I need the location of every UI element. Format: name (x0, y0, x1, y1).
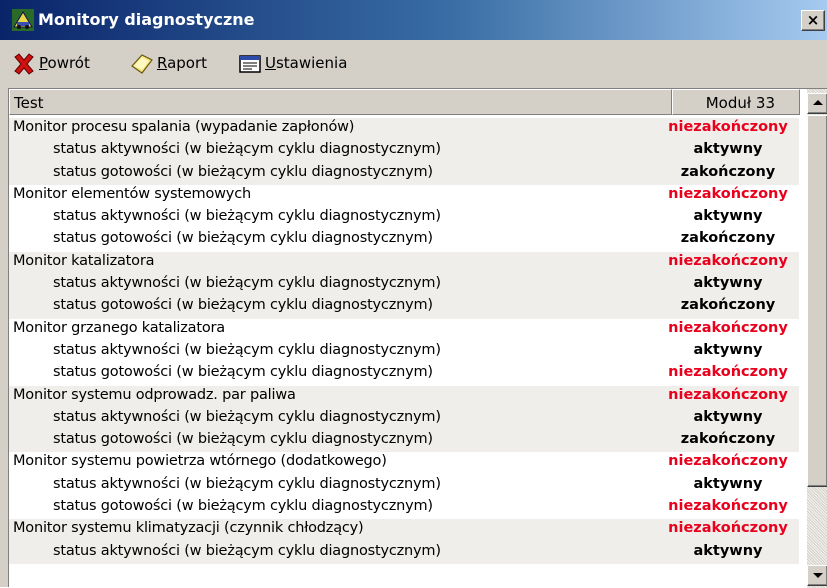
table-row[interactable]: status gotowości (w bieżącym cyklu diagn… (9, 363, 799, 386)
monitors-list[interactable]: Test Moduł 33 Monitor procesu spalania (… (8, 88, 827, 588)
status-value: niezakończony (668, 453, 788, 470)
status-name: status gotowości (w bieżącym cyklu diagn… (53, 297, 433, 314)
monitor-name: Monitor katalizatora (13, 252, 155, 269)
status-value: niezakończony (668, 520, 788, 537)
table-row[interactable]: status gotowości (w bieżącym cyklu diagn… (9, 229, 799, 252)
table-row[interactable]: Monitor elementów systemowych niezakończo… (9, 184, 799, 208)
scroll-up-button[interactable] (807, 93, 827, 114)
settings-button[interactable]: Ustawienia (238, 50, 368, 78)
toolbar: Powrót Raport Ustawienia (0, 40, 827, 90)
close-button[interactable]: × (801, 10, 825, 31)
app-car-icon (12, 9, 34, 31)
status-value: aktywny (693, 208, 763, 225)
report-button[interactable]: Raport (130, 50, 240, 78)
settings-label: stawienia (275, 54, 348, 72)
table-rows: Monitor procesu spalania (wypadanie zapł… (9, 118, 799, 588)
status-value: aktywny (693, 542, 763, 559)
title-bar: Monitory diagnostyczne × (0, 0, 827, 40)
monitor-name: Monitor systemu odprowadz. par paliwa (13, 386, 296, 403)
status-name: status aktywności (w bieżącym cyklu diag… (53, 542, 441, 559)
status-name: status aktywności (w bieżącym cyklu diag… (53, 475, 441, 492)
status-value: aktywny (693, 341, 763, 358)
status-value: niezakończony (668, 386, 788, 403)
status-value: niezakończony (668, 185, 788, 202)
red-x-icon (14, 53, 34, 75)
status-name: status gotowości (w bieżącym cyklu diagn… (53, 230, 433, 247)
table-row[interactable]: status aktywności (w bieżącym cyklu diag… (9, 274, 799, 297)
table-row[interactable]: Monitor procesu spalania (wypadanie zapł… (9, 118, 799, 141)
monitor-name: Monitor grzanego katalizatora (13, 319, 225, 336)
scroll-thumb[interactable] (807, 115, 827, 487)
column-header-module[interactable]: Moduł 33 (672, 89, 800, 115)
table-row[interactable]: status gotowości (w bieżącym cyklu diagn… (9, 162, 799, 185)
status-value: aktywny (693, 275, 763, 292)
table-row[interactable]: status aktywności (w bieżącym cyklu diag… (9, 207, 799, 230)
scroll-down-button[interactable] (807, 565, 827, 586)
table-row[interactable]: Monitor katalizatora niezakończony (9, 251, 799, 275)
table-row[interactable]: status aktywności (w bieżącym cyklu diag… (9, 407, 799, 431)
back-accel: P (39, 54, 48, 72)
table-row[interactable]: status aktywności (w bieżącym cyklu diag… (9, 474, 799, 498)
status-name: status gotowości (w bieżącym cyklu diagn… (53, 498, 433, 515)
column-header-test[interactable]: Test (9, 89, 672, 115)
column-header-test-label: Test (14, 94, 44, 112)
monitor-name: Monitor elementów systemowych (13, 185, 251, 202)
table-row[interactable]: Monitor systemu klimatyzacji (czynnik ch… (9, 519, 799, 542)
vertical-scrollbar[interactable] (807, 89, 827, 588)
status-name: status aktywności (w bieżącym cyklu diag… (53, 141, 441, 158)
status-value: niezakończony (668, 364, 788, 381)
table-row[interactable]: status gotowości (w bieżącym cyklu diagn… (9, 497, 799, 520)
column-header-module-label: Moduł 33 (705, 94, 775, 112)
arrow-up-icon (813, 100, 823, 105)
status-name: status gotowości (w bieżącym cyklu diagn… (53, 431, 433, 448)
status-name: status aktywności (w bieżącym cyklu diag… (53, 341, 441, 358)
status-value: niezakończony (668, 319, 788, 336)
status-value: aktywny (693, 141, 763, 158)
status-name: status gotowości (w bieżącym cyklu diagn… (53, 364, 433, 381)
status-value: zakończony (680, 163, 776, 180)
status-value: niezakończony (668, 498, 788, 515)
status-value: aktywny (693, 475, 763, 492)
window-title: Monitory diagnostyczne (38, 10, 255, 29)
table-row[interactable]: status aktywności (w bieżącym cyklu diag… (9, 340, 799, 364)
status-value: zakończony (680, 431, 776, 448)
status-name: status aktywności (w bieżącym cyklu diag… (53, 208, 441, 225)
table-row[interactable]: Monitor systemu odprowadz. par paliwa nie… (9, 385, 799, 408)
table-row[interactable]: status aktywności (w bieżącym cyklu diag… (9, 541, 799, 564)
status-value: niezakończony (668, 252, 788, 269)
diagnostic-monitors-window: Monitory diagnostyczne × Powrót Raport U… (0, 0, 827, 588)
table-row[interactable]: status gotowości (w bieżącym cyklu diagn… (9, 296, 799, 319)
arrow-down-icon (813, 573, 823, 578)
table-row[interactable]: Monitor grzanego katalizatora niezakończo… (9, 318, 799, 341)
table-row[interactable]: status aktywności (w bieżącym cyklu diag… (9, 140, 799, 163)
table-row[interactable]: Monitor systemu powietrza wtórnego (doda… (9, 452, 799, 475)
status-name: status gotowości (w bieżącym cyklu diagn… (53, 163, 433, 180)
back-label: owrót (47, 54, 90, 72)
monitor-name: Monitor systemu powietrza wtórnego (doda… (13, 453, 387, 470)
report-label: aport (167, 54, 208, 72)
status-name: status aktywności (w bieżącym cyklu diag… (53, 408, 441, 425)
status-value: zakończony (680, 297, 776, 314)
table-row[interactable]: status gotowości (w bieżącym cyklu diagn… (9, 430, 799, 453)
status-value: zakończony (680, 230, 776, 247)
monitor-name: Monitor systemu klimatyzacji (czynnik ch… (13, 520, 364, 537)
status-value: niezakończony (668, 119, 788, 135)
yellow-document-icon (131, 54, 153, 74)
settings-window-icon (239, 55, 261, 73)
settings-accel: U (265, 54, 276, 72)
monitor-name: Monitor procesu spalania (wypadanie zapł… (13, 119, 355, 135)
report-accel: R (157, 54, 168, 72)
status-value: aktywny (693, 408, 763, 425)
status-name: status aktywności (w bieżącym cyklu diag… (53, 275, 441, 292)
back-button[interactable]: Powrót (12, 50, 122, 78)
